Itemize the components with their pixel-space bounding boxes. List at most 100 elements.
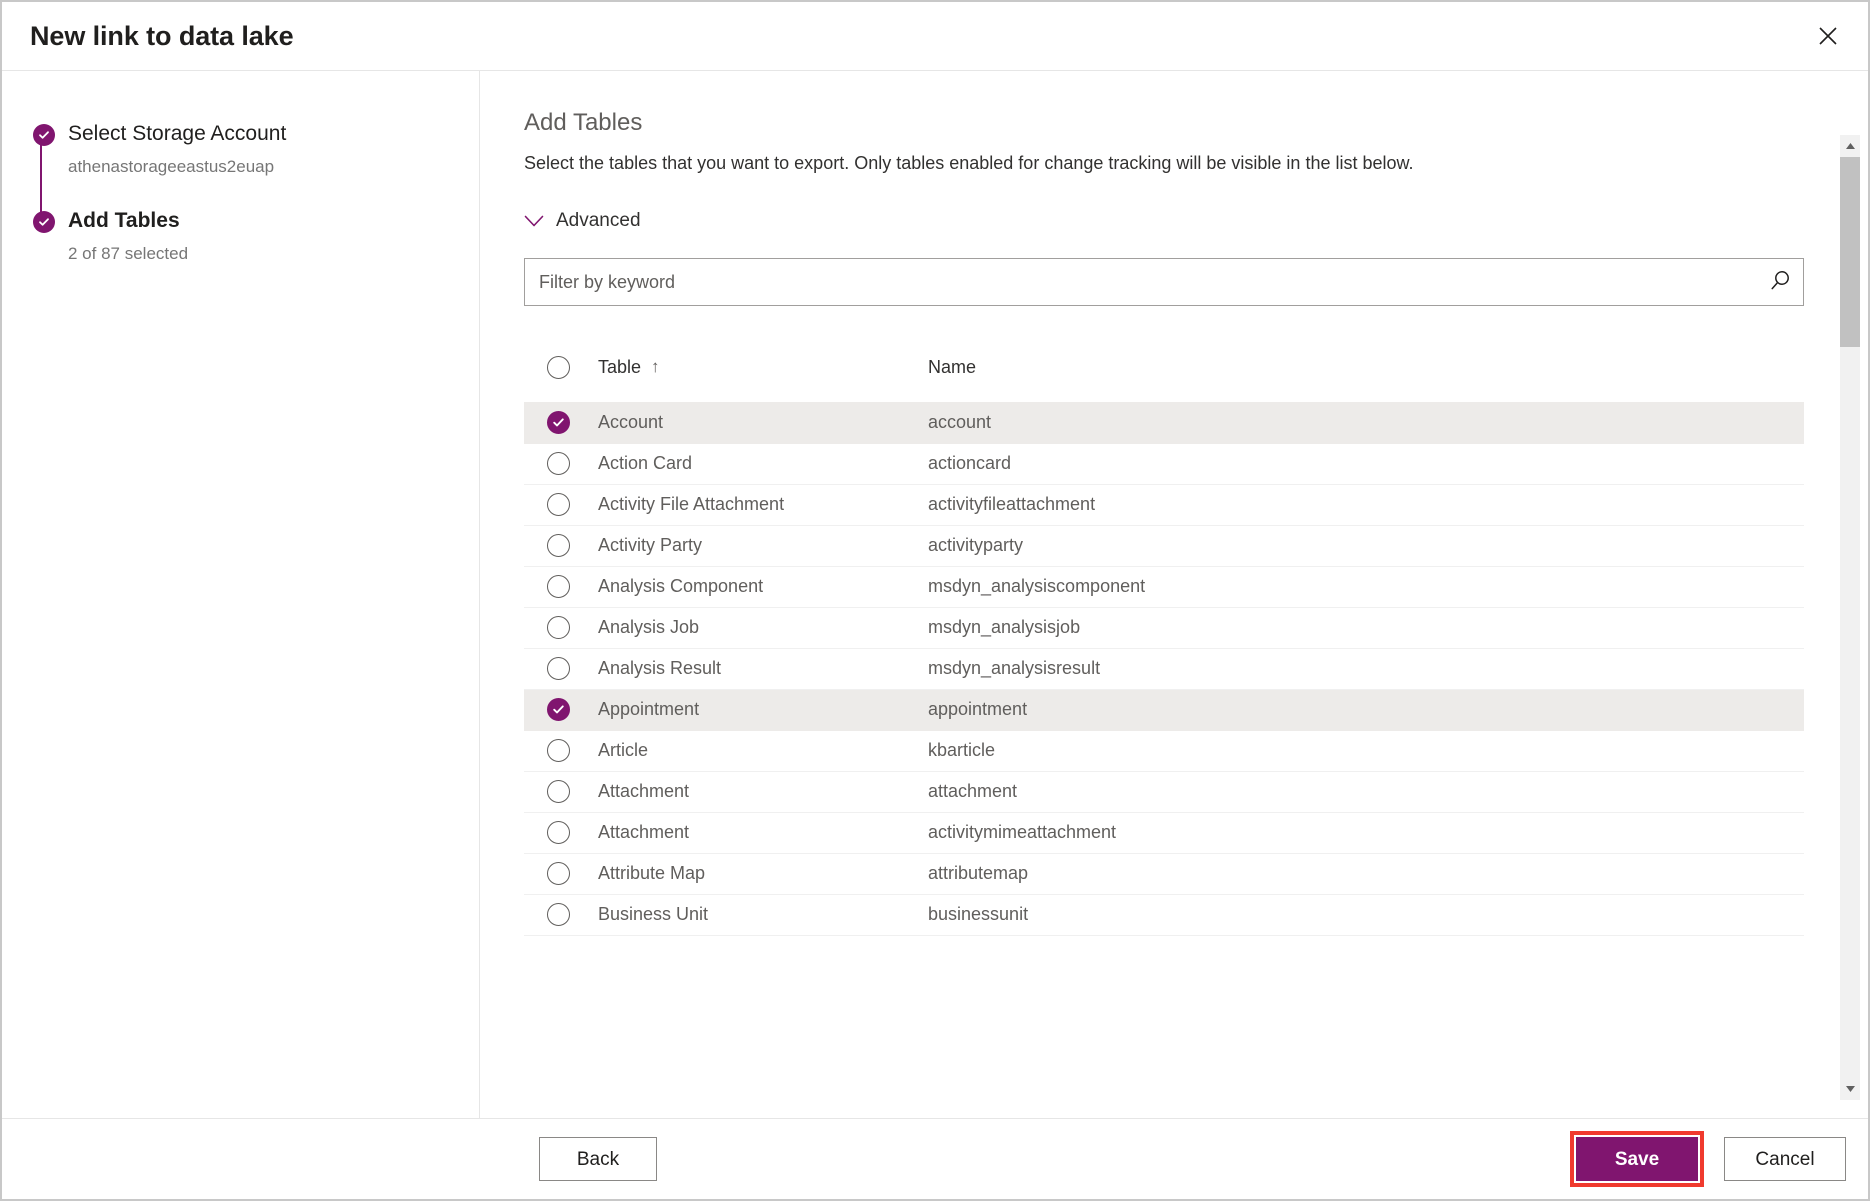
table-row[interactable]: Appointmentappointment	[524, 689, 1804, 730]
search-button[interactable]	[1757, 259, 1803, 305]
row-checkbox-cell[interactable]	[524, 730, 598, 771]
close-button[interactable]	[1806, 14, 1850, 58]
row-checkbox[interactable]	[547, 657, 570, 680]
row-checkbox-cell[interactable]	[524, 402, 598, 443]
search-icon	[1767, 268, 1793, 297]
dialog-footer: Back Save Cancel	[2, 1118, 1868, 1199]
table-row[interactable]: Analysis Jobmsdyn_analysisjob	[524, 607, 1804, 648]
table-row[interactable]: Action Cardactioncard	[524, 443, 1804, 484]
table-row[interactable]: Analysis Componentmsdyn_analysiscomponen…	[524, 566, 1804, 607]
save-button-highlight: Save	[1570, 1131, 1704, 1187]
scroll-down-arrow-icon[interactable]	[1840, 1078, 1860, 1100]
sort-ascending-icon: ↑	[651, 357, 660, 377]
page-title: Add Tables	[524, 107, 1846, 139]
page-description: Select the tables that you want to expor…	[524, 151, 1846, 176]
row-name-label: msdyn_analysiscomponent	[928, 566, 1804, 607]
back-button[interactable]: Back	[539, 1137, 657, 1181]
scrollbar-thumb[interactable]	[1840, 157, 1860, 347]
table-row[interactable]: Business Unitbusinessunit	[524, 894, 1804, 935]
table-row[interactable]: Articlekbarticle	[524, 730, 1804, 771]
row-checkbox-cell[interactable]	[524, 853, 598, 894]
advanced-toggle[interactable]: Advanced	[524, 210, 641, 232]
row-table-label: Attribute Map	[598, 853, 928, 894]
tables-table-body: AccountaccountAction CardactioncardActiv…	[524, 402, 1804, 935]
row-name-label: appointment	[928, 689, 1804, 730]
row-table-label: Business Unit	[598, 894, 928, 935]
row-checkbox[interactable]	[547, 821, 570, 844]
check-circle-icon	[33, 124, 55, 146]
scroll-up-arrow-icon[interactable]	[1840, 135, 1860, 157]
row-name-label: activityfileattachment	[928, 484, 1804, 525]
row-table-label: Attachment	[598, 812, 928, 853]
row-checkbox-cell[interactable]	[524, 771, 598, 812]
dialog-titlebar: New link to data lake	[2, 2, 1868, 70]
column-header-table[interactable]: Table ↑	[598, 350, 928, 402]
wizard-step-sub-add-tables: 2 of 87 selected	[68, 243, 479, 265]
table-row[interactable]: Attachmentattachment	[524, 771, 1804, 812]
row-checkbox[interactable]	[547, 903, 570, 926]
row-name-label: activitymimeattachment	[928, 812, 1804, 853]
row-table-label: Analysis Result	[598, 648, 928, 689]
row-checkbox-cell[interactable]	[524, 443, 598, 484]
wizard-step-sub-select-storage-account: athenastorageeastus2euap	[68, 156, 479, 178]
row-name-label: activityparty	[928, 525, 1804, 566]
column-header-name[interactable]: Name	[928, 350, 1804, 402]
cancel-button[interactable]: Cancel	[1724, 1137, 1846, 1181]
table-row[interactable]: Activity File Attachmentactivityfileatta…	[524, 484, 1804, 525]
dialog-body: Select Storage Account athenastorageeast…	[2, 70, 1868, 1118]
row-table-label: Appointment	[598, 689, 928, 730]
row-checkbox[interactable]	[547, 411, 570, 434]
table-row[interactable]: Attachmentactivitymimeattachment	[524, 812, 1804, 853]
tables-table: Table ↑ Name	[524, 350, 1804, 936]
row-name-label: attributemap	[928, 853, 1804, 894]
row-table-label: Activity File Attachment	[598, 484, 928, 525]
close-icon	[1818, 26, 1838, 46]
row-checkbox-cell[interactable]	[524, 484, 598, 525]
row-checkbox-cell[interactable]	[524, 566, 598, 607]
footer-right-actions: Save Cancel	[1570, 1131, 1846, 1187]
new-link-to-data-lake-dialog: New link to data lake Selec	[0, 0, 1870, 1201]
filter-search-box[interactable]	[524, 258, 1804, 306]
row-checkbox[interactable]	[547, 780, 570, 803]
column-header-table-label: Table	[598, 357, 641, 378]
column-header-name-label: Name	[928, 357, 976, 378]
row-name-label: actioncard	[928, 443, 1804, 484]
scrollbar-track[interactable]	[1840, 157, 1860, 1078]
row-table-label: Article	[598, 730, 928, 771]
table-row[interactable]: Analysis Resultmsdyn_analysisresult	[524, 648, 1804, 689]
search-input[interactable]	[525, 259, 1757, 305]
row-checkbox-cell[interactable]	[524, 607, 598, 648]
row-checkbox[interactable]	[547, 698, 570, 721]
row-checkbox[interactable]	[547, 739, 570, 762]
row-table-label: Analysis Component	[598, 566, 928, 607]
row-table-label: Analysis Job	[598, 607, 928, 648]
select-all-header	[524, 350, 598, 402]
row-checkbox[interactable]	[547, 575, 570, 598]
row-checkbox-cell[interactable]	[524, 648, 598, 689]
row-checkbox[interactable]	[547, 862, 570, 885]
table-row[interactable]: Attribute Mapattributemap	[524, 853, 1804, 894]
select-all-checkbox[interactable]	[547, 356, 570, 379]
row-checkbox-cell[interactable]	[524, 812, 598, 853]
row-checkbox-cell[interactable]	[524, 525, 598, 566]
dialog-title: New link to data lake	[30, 21, 293, 52]
row-checkbox[interactable]	[547, 534, 570, 557]
row-checkbox-cell[interactable]	[524, 689, 598, 730]
row-checkbox[interactable]	[547, 452, 570, 475]
row-table-label: Action Card	[598, 443, 928, 484]
row-table-label: Account	[598, 402, 928, 443]
tables-table-head: Table ↑ Name	[524, 350, 1804, 402]
row-name-label: account	[928, 402, 1804, 443]
row-checkbox-cell[interactable]	[524, 894, 598, 935]
wizard-step-select-storage-account[interactable]: Select Storage Account athenastorageeast…	[30, 119, 479, 178]
table-row[interactable]: Activity Partyactivityparty	[524, 525, 1804, 566]
list-scrollbar[interactable]	[1840, 135, 1860, 1100]
chevron-down-icon	[524, 215, 544, 228]
table-row[interactable]: Accountaccount	[524, 402, 1804, 443]
row-checkbox[interactable]	[547, 616, 570, 639]
row-table-label: Activity Party	[598, 525, 928, 566]
wizard-step-add-tables[interactable]: Add Tables 2 of 87 selected	[30, 206, 479, 265]
save-button[interactable]: Save	[1576, 1137, 1698, 1181]
wizard-step-label-add-tables: Add Tables	[68, 206, 479, 236]
row-checkbox[interactable]	[547, 493, 570, 516]
